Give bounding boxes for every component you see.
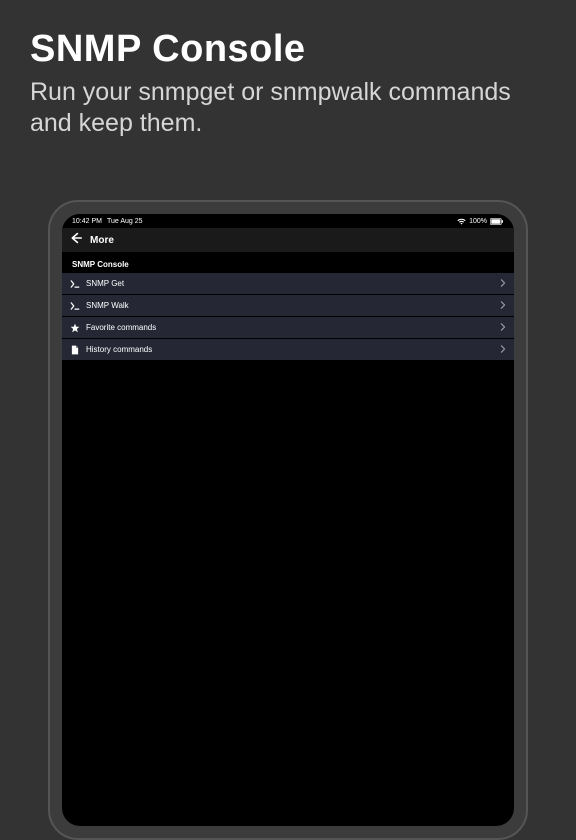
list-item-snmp-get[interactable]: SNMP Get [62,273,514,294]
nav-title: More [90,235,114,246]
list-item-history[interactable]: History commands [62,339,514,360]
device-frame: 10:42 PM Tue Aug 25 100% More [48,200,528,840]
chevron-right-icon [500,301,506,311]
status-bar: 10:42 PM Tue Aug 25 100% [62,214,514,228]
document-icon [70,345,80,355]
list-item-label: SNMP Walk [86,301,494,310]
back-arrow-icon[interactable] [70,231,82,249]
list-item-snmp-walk[interactable]: SNMP Walk [62,295,514,316]
list-item-label: History commands [86,345,494,354]
status-time: 10:42 PM [72,218,102,225]
status-date: Tue Aug 25 [107,218,143,225]
chevron-right-icon [500,279,506,289]
prompt-icon [70,279,80,289]
menu-list: SNMP Get SNMP Walk [62,273,514,360]
wifi-icon [457,218,466,225]
battery-pct: 100% [469,218,487,225]
device-screen: 10:42 PM Tue Aug 25 100% More [62,214,514,826]
promo-subtitle: Run your snmpget or snmpwalk commands an… [30,77,546,140]
prompt-icon [70,301,80,311]
section-header: SNMP Console [62,252,514,273]
list-item-favorite[interactable]: Favorite commands [62,317,514,338]
promo-title: SNMP Console [30,28,546,71]
list-item-label: SNMP Get [86,279,494,288]
battery-icon [490,218,504,225]
chevron-right-icon [500,345,506,355]
star-icon [70,323,80,333]
chevron-right-icon [500,323,506,333]
promo-block: SNMP Console Run your snmpget or snmpwal… [0,0,576,158]
device-mockup: 10:42 PM Tue Aug 25 100% More [48,200,528,840]
nav-bar: More [62,228,514,252]
list-item-label: Favorite commands [86,323,494,332]
